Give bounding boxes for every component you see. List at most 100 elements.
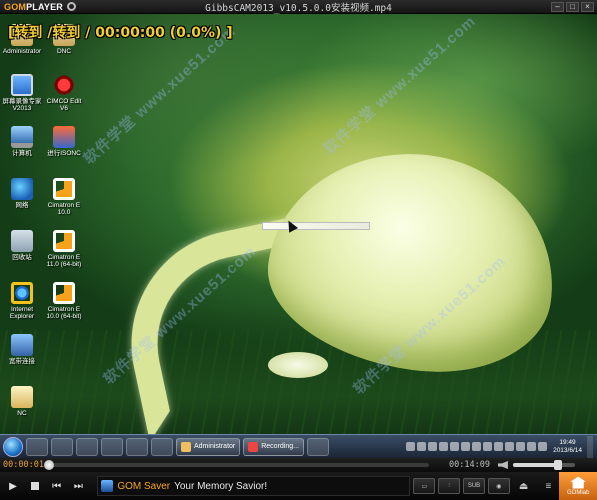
previous-button[interactable]: ⏮ <box>48 477 66 495</box>
seek-row: 00:00:01 00:14:09 <box>0 458 597 472</box>
taskbar-app-icon <box>51 437 73 456</box>
taskbar-app-icon <box>76 437 98 456</box>
taskbar-app-icon <box>26 437 48 456</box>
desktop-icon-internet-explorer[interactable]: Internet Explorer <box>2 282 42 320</box>
equalizer-button[interactable]: ⫶ <box>438 478 461 494</box>
control-bar: ▶ ⏮ ⏭ GOM Saver Your Memory Savior! ▭ ⫶ … <box>0 472 597 500</box>
subtitle-button[interactable]: SUB <box>463 478 485 494</box>
desktop-icon-label: 网络 <box>15 202 29 209</box>
desktop-icon-cimatron-10-64[interactable]: Cimatron E 10.0 (64-bit) <box>44 282 84 320</box>
tray-icon <box>483 442 493 451</box>
volume-icon[interactable] <box>497 461 508 469</box>
isonc-icon <box>53 126 75 148</box>
gom-saver-icon <box>101 480 114 492</box>
desktop-icon-cimatron-11-64[interactable]: Cimatron E 11.0 (64-bit) <box>44 230 84 268</box>
play-button[interactable]: ▶ <box>4 477 22 495</box>
play-icon: ▶ <box>9 480 17 492</box>
windows-taskbar: Administrator Recording... 19:49 2013/6/… <box>0 434 597 458</box>
close-button[interactable]: × <box>581 1 594 12</box>
ad-text: Your Memory Savior! <box>174 480 268 492</box>
stop-icon <box>30 482 39 490</box>
desktop-icon-broadband[interactable]: 宽带连接 <box>2 334 42 365</box>
taskbar-app-icon <box>126 437 148 456</box>
show-desktop-button <box>587 435 593 458</box>
folder-icon <box>181 441 191 452</box>
taskbar-app-icon <box>151 437 173 456</box>
clock-time: 19:49 <box>559 438 576 446</box>
desktop-icon-label: CIMCO Edit V6 <box>46 98 82 112</box>
gomlab-label: GOMlab <box>567 489 590 496</box>
seek-bar[interactable] <box>44 460 429 470</box>
minimize-button[interactable]: – <box>551 1 564 12</box>
screen-recorder-icon <box>11 74 33 96</box>
screenshot-button[interactable]: ◉ <box>487 478 510 494</box>
desktop-icon-label: 回收站 <box>12 254 32 261</box>
tray-icon <box>527 442 537 451</box>
desktop-icon-network[interactable]: 网络 <box>2 178 42 209</box>
desktop-icon-recycle-bin[interactable]: 回收站 <box>2 230 42 261</box>
ad-brand: GOM Saver <box>117 480 171 492</box>
taskbar-task-label: Administrator <box>194 443 236 450</box>
gom-player-logo[interactable]: GOMPLAYER <box>4 2 63 12</box>
tray-icon <box>538 442 548 451</box>
camera-icon: ◉ <box>496 483 502 490</box>
maximize-button[interactable]: □ <box>566 1 579 12</box>
folder-icon <box>11 386 33 408</box>
desktop-icon-label: Cimatron E 10.0 <box>47 202 81 216</box>
desktop-icon-cimco-edit[interactable]: CIMCO Edit V6 <box>44 74 84 112</box>
total-time: 00:14:09 <box>449 460 490 470</box>
next-button[interactable]: ⏭ <box>69 477 87 495</box>
eject-icon: ⏏ <box>518 480 529 492</box>
desktop-icon-label: 屏幕录像专家 V2013 <box>2 98 42 112</box>
tray-icon <box>439 442 449 451</box>
clock-date: 2013/6/14 <box>553 446 582 454</box>
logo-suffix: PLAYER <box>26 1 63 12</box>
start-button-icon <box>3 436 23 457</box>
tray-icon <box>472 442 482 451</box>
taskbar-app-icon <box>306 437 329 456</box>
title-bar[interactable]: GOMPLAYER GibbsCAM2013_v10.5.0.0安装视频.mp4… <box>0 0 597 14</box>
home-icon <box>570 476 587 489</box>
current-time: 00:00:01 <box>3 460 44 470</box>
stop-button[interactable] <box>26 477 44 495</box>
desktop-icon-label: Cimatron E 11.0 (64-bit) <box>46 254 82 268</box>
menu-button[interactable]: ≡ <box>538 478 560 494</box>
tray-icon <box>428 442 438 451</box>
cimco-icon <box>53 74 75 96</box>
volume-knob[interactable] <box>553 460 562 470</box>
cimatron-icon <box>53 178 75 200</box>
seek-knob[interactable] <box>44 460 54 470</box>
tray-icon <box>417 442 427 451</box>
subtitle-label: SUB <box>467 483 481 489</box>
tray-icon <box>494 442 504 451</box>
desktop-icon-label: DNC <box>56 48 72 55</box>
desktop-icon-isonc[interactable]: 进行ISONC <box>44 126 84 157</box>
taskbar-task-label: Recording... <box>261 443 299 450</box>
logo-prefix: GOM <box>4 1 27 12</box>
desktop-icon-nc[interactable]: NC <box>2 386 42 417</box>
desktop-icon-computer[interactable]: 计算机 <box>2 126 42 157</box>
cimatron-icon <box>53 282 75 304</box>
previous-icon: ⏮ <box>52 480 62 492</box>
desktop-icon-label: NC <box>17 410 27 417</box>
taskbar-task-administrator: Administrator <box>176 437 241 456</box>
eject-button[interactable]: ⏏ <box>513 478 535 494</box>
desktop-icon-label: 宽带连接 <box>9 358 35 365</box>
wallpaper-small-leaf <box>268 352 328 378</box>
taskbar-task-recording: Recording... <box>243 437 304 456</box>
screen-ratio-button[interactable]: ▭ <box>413 478 436 494</box>
gomlab-button[interactable]: GOMlab <box>559 472 597 500</box>
ad-banner[interactable]: GOM Saver Your Memory Savior! <box>97 476 411 496</box>
internet-explorer-icon <box>11 282 33 304</box>
tray-icon <box>461 442 471 451</box>
network-icon <box>11 178 33 200</box>
desktop-icon-cimatron-10[interactable]: Cimatron E 10.0 <box>44 178 84 216</box>
desktop-icon-label: Cimatron E 10.0 (64-bit) <box>46 306 82 320</box>
desktop-icon-screen-recorder[interactable]: 屏幕录像专家 V2013 <box>2 74 42 112</box>
desktop-icon-label: 进行ISONC <box>47 150 81 157</box>
desktop-icon-label: Internet Explorer <box>9 306 35 320</box>
video-area[interactable]: 软件学堂 www.xue51.com 软件学堂 www.xue51.com 软件… <box>0 14 597 458</box>
settings-gear-icon[interactable] <box>67 2 76 11</box>
computer-icon <box>11 126 33 148</box>
volume-slider[interactable] <box>512 460 575 470</box>
